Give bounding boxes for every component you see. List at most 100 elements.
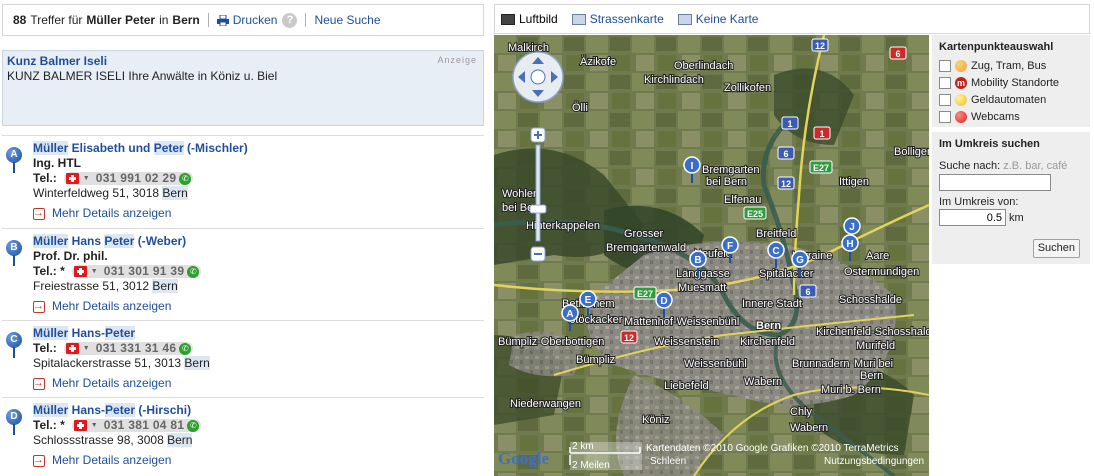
map-type-tabs: Luftbild Strassenkarte Keine Karte bbox=[494, 4, 1090, 34]
layer-option-atm[interactable]: Geldautomaten bbox=[939, 93, 1083, 106]
dropdown-arrow-icon[interactable]: ▼ bbox=[83, 341, 90, 356]
printer-icon[interactable] bbox=[216, 14, 229, 26]
svg-text:I: I bbox=[691, 161, 694, 172]
svg-text:1: 1 bbox=[819, 129, 824, 139]
map-place-label: Bremgarten bbox=[702, 164, 759, 176]
map-marker-icon[interactable]: B bbox=[6, 240, 22, 266]
map-place-label: Wabern bbox=[744, 376, 782, 388]
call-icon[interactable]: ✆ bbox=[187, 419, 200, 432]
nearby-search-input[interactable] bbox=[939, 174, 1051, 191]
svg-text:H: H bbox=[846, 239, 853, 250]
layers-title: Kartenpunkteauswahl bbox=[939, 41, 1054, 53]
layer-option-mobility[interactable]: m Mobility Standorte bbox=[939, 76, 1083, 89]
phone-box[interactable]: ▼ 031 381 04 81 ✆ bbox=[71, 418, 202, 433]
map-attribution: Kartendaten ©2010 Google Grafiken ©2010 … bbox=[646, 443, 899, 454]
map-place-label: Muri b. Bern bbox=[821, 384, 881, 396]
phone-number[interactable]: 031 301 91 39 bbox=[104, 264, 185, 279]
svg-text:D: D bbox=[660, 296, 667, 307]
print-link[interactable]: Drucken bbox=[233, 13, 278, 27]
more-details-link[interactable]: Mehr Details anzeigen bbox=[33, 453, 201, 468]
new-search-link[interactable]: Neue Suche bbox=[314, 13, 380, 27]
map-layers-panel: Kartenpunkteauswahl Zug, Tram, Bus m Mobi… bbox=[932, 35, 1090, 127]
phone-number[interactable]: 031 331 31 46 bbox=[96, 341, 177, 356]
tab-luftbild[interactable]: Luftbild bbox=[501, 12, 558, 26]
result-name[interactable]: Müller Elisabeth und Peter (-Mischler) bbox=[33, 141, 248, 156]
phone-box[interactable]: ▼ 031 991 02 29 ✆ bbox=[63, 171, 194, 186]
layer-option-transport[interactable]: Zug, Tram, Bus bbox=[939, 59, 1083, 72]
pan-control[interactable] bbox=[512, 51, 564, 103]
ad-label: Anzeige bbox=[437, 55, 477, 65]
map-marker-icon[interactable]: A bbox=[6, 147, 22, 173]
road-sign-icon: E27 bbox=[633, 286, 657, 300]
result-name[interactable]: Müller Hans-Peter bbox=[33, 326, 210, 341]
checkbox[interactable] bbox=[939, 93, 951, 106]
map-place-label: Chly bbox=[790, 406, 813, 418]
svg-text:C: C bbox=[772, 246, 779, 257]
result-title: Prof. Dr. phil. bbox=[33, 249, 108, 263]
result-address: Spitalackerstrasse 51, 3013 Bern bbox=[33, 356, 210, 370]
result-name[interactable]: Müller Hans-Peter (-Hirschi) bbox=[33, 403, 201, 418]
results-column: 88 Treffer für Müller Peter in Bern Druc… bbox=[0, 0, 486, 476]
terms-link[interactable]: Nutzungsbedingungen bbox=[824, 456, 924, 467]
call-icon[interactable]: ✆ bbox=[179, 342, 192, 355]
svg-text:6: 6 bbox=[783, 149, 788, 159]
more-details-link[interactable]: Mehr Details anzeigen bbox=[33, 299, 201, 314]
map-image[interactable]: MalkirchÄzikofe OberlindachKirchlindachZo… bbox=[494, 35, 929, 476]
svg-text:12: 12 bbox=[815, 41, 825, 51]
svg-text:B: B bbox=[694, 255, 701, 266]
phone-number[interactable]: 031 381 04 81 bbox=[104, 418, 185, 433]
tab-strassenkarte[interactable]: Strassenkarte bbox=[571, 12, 664, 26]
call-icon[interactable]: ✆ bbox=[179, 172, 192, 185]
dropdown-arrow-icon[interactable]: ▼ bbox=[91, 264, 98, 279]
ad-title[interactable]: Kunz Balmer Iseli bbox=[7, 54, 479, 68]
phone-number[interactable]: 031 991 02 29 bbox=[96, 171, 177, 186]
more-details-link[interactable]: Mehr Details anzeigen bbox=[33, 206, 248, 221]
map-place-label: Muesmatt bbox=[678, 282, 726, 294]
map-marker-icon[interactable]: C bbox=[6, 332, 22, 358]
mobility-icon: m bbox=[955, 76, 967, 89]
result-name[interactable]: Müller Hans Peter (-Weber) bbox=[33, 234, 201, 249]
phone-row: Tel.: ▼ 031 991 02 29 ✆ bbox=[33, 171, 248, 186]
layer-option-webcams[interactable]: Webcams bbox=[939, 110, 1083, 123]
tab-keine-karte[interactable]: Keine Karte bbox=[677, 12, 758, 26]
road-sign-icon: 6 bbox=[777, 146, 795, 160]
phone-box[interactable]: ▼ 031 331 31 46 ✆ bbox=[63, 341, 194, 356]
map-place-label: Zollikofen bbox=[724, 82, 771, 94]
svg-text:6: 6 bbox=[805, 287, 810, 297]
map-place-label: Ittigen bbox=[839, 176, 869, 188]
search-button[interactable]: Suchen bbox=[1032, 239, 1080, 258]
road-sign-icon: 1 bbox=[781, 116, 799, 130]
svg-text:E: E bbox=[585, 295, 592, 306]
checkbox[interactable] bbox=[939, 59, 951, 72]
map-place-label: Aare bbox=[866, 250, 889, 262]
help-icon[interactable]: ? bbox=[282, 12, 298, 28]
details-arrow-icon bbox=[33, 299, 45, 314]
map-canvas[interactable]: Malkirch Äzikofe Oberlindach Kirchlindach Zo… bbox=[494, 35, 929, 476]
dropdown-arrow-icon[interactable]: ▼ bbox=[91, 418, 98, 433]
call-icon[interactable]: ✆ bbox=[187, 265, 200, 278]
map-place-label: Kirchenfeld-Schosshalde bbox=[816, 326, 929, 338]
radius-input[interactable] bbox=[939, 209, 1006, 226]
google-logo[interactable]: Google bbox=[498, 449, 549, 469]
details-arrow-icon bbox=[33, 453, 45, 468]
ad-box[interactable]: Kunz Balmer Iseli KUNZ BALMER ISELI Ihre… bbox=[2, 50, 484, 126]
svg-text:1: 1 bbox=[787, 119, 792, 129]
map-place-label: Brunnadern bbox=[792, 358, 850, 370]
phone-box[interactable]: ▼ 031 301 91 39 ✆ bbox=[71, 264, 202, 279]
road-sign-icon: 6 bbox=[799, 284, 817, 298]
result-entry: C Müller Hans-Peter Tel.: ▼ 031 331 31 46… bbox=[2, 320, 484, 396]
map-marker-icon[interactable]: D bbox=[6, 409, 22, 435]
dropdown-arrow-icon[interactable]: ▼ bbox=[83, 171, 90, 186]
svg-text:G: G bbox=[796, 255, 804, 266]
swiss-flag-icon bbox=[65, 343, 79, 354]
phone-row: Tel.: * ▼ 031 381 04 81 ✆ bbox=[33, 418, 202, 433]
checkbox[interactable] bbox=[939, 76, 951, 89]
svg-text:F: F bbox=[727, 241, 733, 252]
result-entry: D Müller Hans-Peter (-Hirschi) Tel.: * ▼… bbox=[2, 397, 484, 473]
map-panel: Luftbild Strassenkarte Keine Karte Malki… bbox=[494, 4, 1090, 476]
map-place-label: Bern bbox=[756, 320, 781, 332]
checkbox[interactable] bbox=[939, 110, 951, 123]
map-place-label: Äzikofe bbox=[580, 56, 616, 68]
map-place-label: Bern bbox=[860, 370, 883, 382]
more-details-link[interactable]: Mehr Details anzeigen bbox=[33, 376, 210, 391]
